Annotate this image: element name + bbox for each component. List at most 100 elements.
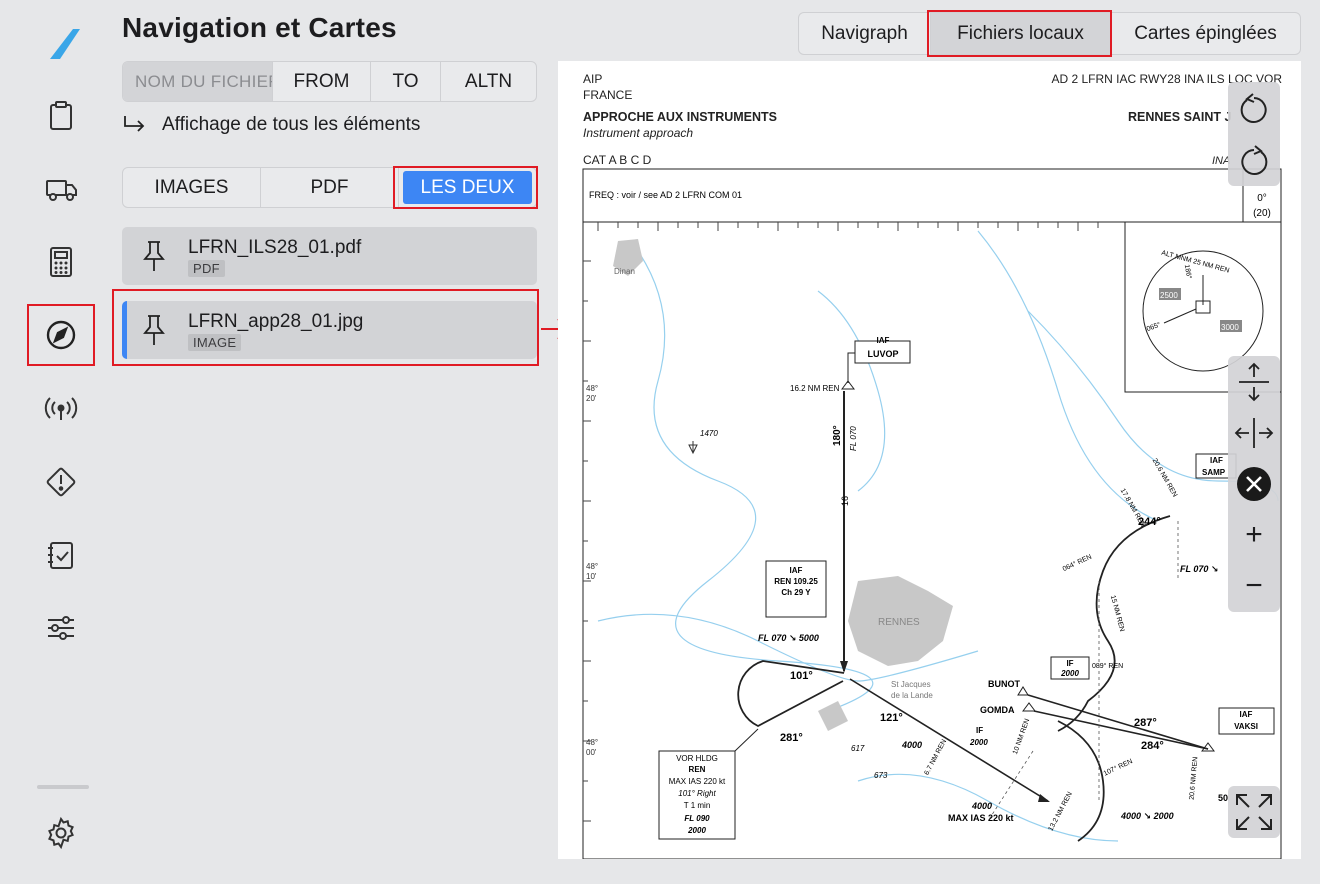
chart-iaf-ren: IAF [790,566,803,575]
chart-samp: SAMP [1202,468,1226,477]
type-both-label: LES DEUX [403,171,532,204]
calculator-icon [50,247,72,277]
chart-alt4000a: 4000 [901,740,922,750]
chart-viewer[interactable]: AIP FRANCE AD 2 LFRN IAC RWY28 INA ILS L… [558,61,1301,859]
chart-d132: 13.2 NM REN [1047,791,1073,832]
chart-alt4000b: 4000 [971,801,992,811]
fit-height-icon [1239,362,1269,401]
fullscreen-button[interactable] [1228,786,1280,838]
chart-if-gomda: IF [976,726,983,735]
chart-e617: 617 [851,744,865,753]
chart-lat3: 48° [586,738,598,747]
sidebar-item-warning[interactable] [27,451,95,513]
filter-to-button[interactable]: TO [371,62,441,101]
truck-icon [46,180,77,201]
chart-hldg3: MAX IAS 220 kt [669,777,726,786]
type-both-button[interactable]: LES DEUX [399,168,536,207]
chart-alt4000-2000: 4000 ↘ 2000 [1120,811,1174,821]
chart-crs281: 281° [780,732,803,744]
file-name: LFRN_app28_01.jpg [188,311,364,332]
pin-icon [143,241,165,271]
chart-msa-2500: 2500 [1160,291,1178,300]
chart-iaf-vaksi: IAF [1240,710,1253,719]
sidebar-item-checklist[interactable] [27,524,95,586]
zoom-in-button[interactable]: + [1228,509,1280,560]
chart-hldg5: T 1 min [684,801,711,810]
chart-crs101: 101° [790,670,813,682]
chart-heading-en: Instrument approach [583,126,693,140]
rotate-ccw-button[interactable] [1228,82,1280,134]
chart-la-lande: de la Lande [891,691,933,700]
app-logo-icon [50,29,80,59]
file-list-item[interactable]: LFRN_ILS28_01.pdf PDF [122,227,537,285]
chart-freq: FREQ : voir / see AD 2 LFRN COM 01 [589,190,742,200]
sidebar-item-radio[interactable] [27,378,95,440]
tab-pinned-charts[interactable]: Cartes épinglées [1111,13,1300,54]
chart-fl070: FL 070 [849,426,858,451]
fit-width-button[interactable] [1228,407,1280,458]
sidebar-item-truck[interactable] [27,158,95,220]
chart-rennes: RENNES [878,617,920,628]
chart-maxias: MAX IAS 220 kt [948,813,1014,823]
chart-e673: 673 [874,771,888,780]
file-type-filter: IMAGES PDF LES DEUX [122,167,537,208]
chart-fl070b: FL 070 ↘ [1180,564,1218,574]
sidebar-item-navigation[interactable] [27,304,95,366]
page-title: Navigation et Cartes [122,12,397,43]
chart-iaf-samp: IAF [1210,456,1223,465]
file-name: LFRN_ILS28_01.pdf [188,237,362,258]
fit-height-button[interactable] [1228,356,1280,407]
tab-local-files[interactable]: Fichiers locaux [931,13,1111,54]
rotate-cw-button[interactable] [1228,134,1280,186]
chart-st-jacques: St Jacques [891,680,931,689]
chart-hldg7: 2000 [687,826,706,835]
zoom-out-button[interactable]: − [1228,560,1280,611]
sidebar-item-calculator[interactable] [27,231,95,293]
chart-bunot: BUNOT [988,679,1020,689]
chart-d206: 20.6 NM REN [1151,458,1179,499]
chart-iaf-luvop: IAF [877,336,890,345]
chart-d206b: 20.6 NM REN [1189,757,1200,801]
chart-var2: (20) [1253,208,1271,219]
chart-ren-ch: Ch 29 Y [781,588,811,597]
compass-icon [46,320,76,350]
type-pdf-button[interactable]: PDF [261,168,399,207]
antenna-icon [44,397,78,420]
chart-hldg2: REN [689,765,706,774]
chart-crs287: 287° [1134,717,1157,729]
pin-icon [143,315,165,345]
chart-lat2b: 10' [586,572,597,581]
filter-from-button[interactable]: FROM [273,62,371,101]
file-type-badge: PDF [188,260,225,277]
file-list-item-selected[interactable]: LFRN_app28_01.jpg IMAGE [122,301,537,359]
chart-msa-3000: 3000 [1221,323,1239,332]
chart-luvop-dist: 16.2 NM REN [790,384,840,393]
chart-fl070-5000: FL 070 ↘ 5000 [758,633,819,643]
chart-if-bunot: IF [1066,659,1073,668]
show-all-row[interactable]: Affichage de tous les éléments [122,112,420,138]
file-name-search-input[interactable]: NOM DU FICHIER [123,62,273,101]
filter-altn-button[interactable]: ALTN [441,62,536,101]
chart-luvop: LUVOP [867,349,898,359]
search-filter-bar: NOM DU FICHIER FROM TO ALTN [122,61,537,102]
checklist-icon [48,542,73,569]
chart-crs121: 121° [880,712,903,724]
chart-crs107: 107° REN [1102,757,1134,777]
type-images-button[interactable]: IMAGES [123,168,261,207]
chart-dinan: Dinan [614,267,635,276]
rotate-cw-icon [1241,145,1268,175]
close-icon [1237,466,1271,501]
chart-var: 0° [1257,193,1267,204]
sidebar-item-clipboard[interactable] [27,85,95,147]
close-viewer-button[interactable] [1228,458,1280,509]
chart-crs089: 089° REN [1092,662,1123,670]
chart-crs180: 180° [832,425,843,446]
chart-d67: 6.7 NM REN [923,738,948,776]
sidebar-item-settings-sliders[interactable] [27,597,95,659]
chart-if2000: 2000 [1060,669,1079,678]
sidebar-item-settings[interactable] [27,802,95,864]
rotate-toolbar [1228,82,1280,186]
fullscreen-icon [1236,794,1272,830]
fit-width-icon [1234,417,1274,448]
tab-navigraph[interactable]: Navigraph [799,13,931,54]
